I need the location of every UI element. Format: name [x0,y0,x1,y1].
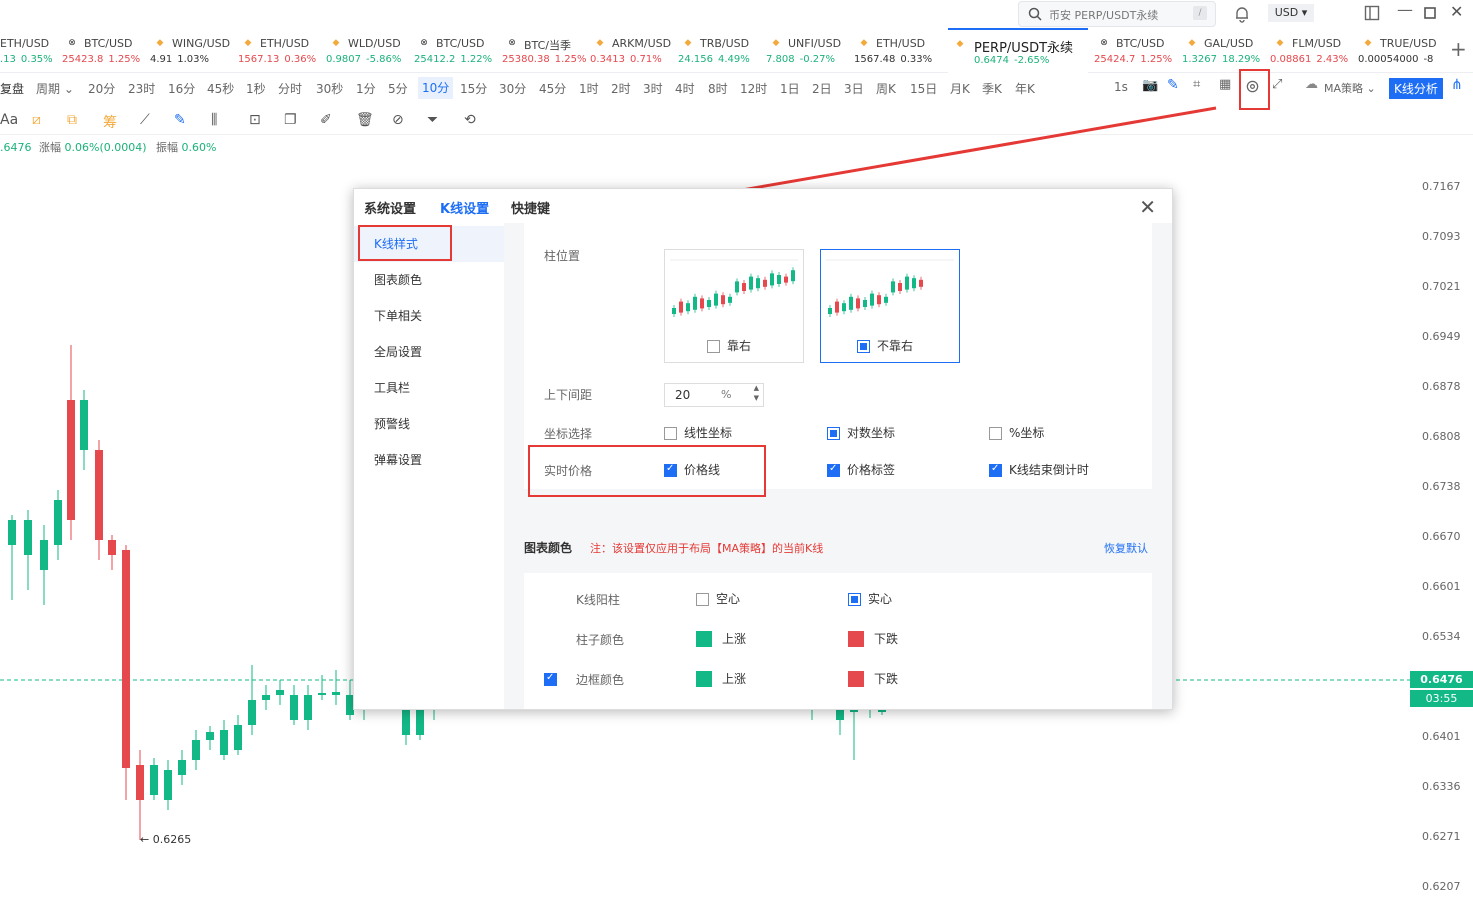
preview-candle [849,296,853,310]
bar-color-up-label: 上涨 [722,632,747,646]
dialog-content: 柱位置 靠右 不靠右 上下间距 20 % ▲ ▼ 坐标选择 线性坐标 对数坐标 … [504,223,1172,709]
preview-candle [728,296,732,303]
tab-kline-settings[interactable]: K线设置 [440,198,490,226]
sidebar-item-order[interactable]: 下单相关 [374,307,422,324]
bar-color-down-label: 下跌 [874,632,899,646]
kline-up-solid-checkbox[interactable] [848,593,861,606]
bar-position-right-checkbox[interactable] [707,340,720,353]
preview-candle [828,308,832,314]
preview-candle [877,295,881,305]
bar-color-label: 柱子颜色 [576,633,625,647]
bar-color-down-swatch[interactable] [848,631,864,647]
spacing-stepper-down-icon[interactable]: ▼ [754,394,759,402]
axis-label: 坐标选择 [544,427,593,441]
bar-position-label: 柱位置 [544,249,581,263]
axis-percent-label: %坐标 [1009,426,1045,440]
tab-shortcuts[interactable]: 快捷键 [511,198,550,217]
spacing-label: 上下间距 [544,388,593,402]
preview-notright-chart [826,259,954,317]
preview-candle [714,293,718,306]
preview-right-chart [670,259,798,317]
countdown-checkbox[interactable] [989,463,1002,477]
spacing-stepper-up-icon[interactable]: ▲ [754,384,759,392]
price-label-checkbox[interactable] [827,463,840,477]
border-color-checkbox[interactable] [544,672,557,686]
preview-candle [777,275,781,284]
preview-candle [763,279,767,287]
preview-candle [700,298,704,309]
bar-position-notright-card[interactable]: 不靠右 [820,249,960,363]
price-label-label: 价格标签 [847,463,896,477]
sidebar-item-chart-color[interactable]: 图表颜色 [374,271,422,288]
reset-default-link[interactable]: 恢复默认 [1104,540,1148,556]
bar-color-up-swatch[interactable] [696,631,712,647]
preview-candle [863,300,867,307]
preview-candle [742,283,746,291]
kline-up-hollow-label: 空心 [716,592,741,606]
bar-position-notright-label: 不靠右 [877,339,914,353]
preview-candle [835,301,839,313]
preview-candle [735,281,739,293]
preview-candle [770,273,774,286]
dialog-sidebar: K线样式 图表颜色 下单相关 全局设置 工具栏 预警线 弹幕设置 [354,223,504,709]
preview-candle [756,278,760,289]
spacing-unit: % [721,388,732,401]
preview-candle [856,298,860,309]
preview-candle [891,281,895,293]
chart-color-panel: K线阳柱 空心 实心 柱子颜色 上涨 下跌 边框颜色 上涨 下跌 [524,573,1152,709]
preview-candle [919,279,923,287]
preview-candle [679,301,683,313]
preview-candle [912,278,916,289]
bar-position-notright-checkbox[interactable] [857,340,870,353]
kline-style-panel: 柱位置 靠右 不靠右 上下间距 20 % ▲ ▼ 坐标选择 线性坐标 对数坐标 … [524,223,1152,497]
kline-style-highlight-box [358,225,452,261]
sidebar-item-danmaku[interactable]: 弹幕设置 [374,451,422,468]
spacing-input[interactable]: 20 % ▲ ▼ [664,383,764,407]
border-color-up-label: 上涨 [722,672,747,686]
preview-candle [842,303,846,312]
preview-candle [686,303,690,312]
preview-candle [870,293,874,306]
countdown-label: K线结束倒计时 [1009,463,1089,477]
bar-position-right-label: 靠右 [727,339,752,353]
kline-up-solid-label: 实心 [868,592,893,606]
border-color-label: 边框颜色 [576,673,625,687]
kline-up-label: K线阳柱 [576,593,620,607]
border-color-down-swatch[interactable] [848,671,864,687]
dialog-tabs: 系统设置 K线设置 快捷键 ✕ [354,189,1172,226]
preview-candle [707,300,711,307]
sidebar-item-alert-line[interactable]: 预警线 [374,415,410,432]
axis-linear-label: 线性坐标 [684,426,733,440]
kline-up-hollow-checkbox[interactable] [696,593,709,606]
settings-dialog: 系统设置 K线设置 快捷键 ✕ K线样式 图表颜色 下单相关 全局设置 工具栏 … [353,188,1173,710]
preview-candle [884,296,888,303]
bar-position-right-card[interactable]: 靠右 [664,249,804,363]
preview-candle [672,308,676,314]
preview-candle [791,270,795,282]
border-color-up-swatch[interactable] [696,671,712,687]
axis-log-checkbox[interactable] [827,427,840,440]
preview-candle [721,295,725,305]
axis-linear-checkbox[interactable] [664,427,677,440]
preview-candle [693,296,697,310]
chart-color-title: 图表颜色 [524,541,573,555]
spacing-value: 20 [675,388,691,402]
chart-color-note: 注：该设置仅应用于布局【MA策略】的当前K线 [590,542,824,555]
sidebar-item-global[interactable]: 全局设置 [374,343,422,360]
preview-candle [784,276,788,283]
axis-percent-checkbox[interactable] [989,427,1002,440]
tab-system-settings[interactable]: 系统设置 [364,198,416,217]
close-icon[interactable]: ✕ [1139,195,1156,219]
realtime-highlight-box [528,445,766,497]
preview-candle [898,283,902,291]
axis-log-label: 对数坐标 [847,426,896,440]
sidebar-item-toolbar[interactable]: 工具栏 [374,379,410,396]
border-color-down-label: 下跌 [874,672,899,686]
preview-candle [905,276,909,290]
preview-candle [749,276,753,290]
